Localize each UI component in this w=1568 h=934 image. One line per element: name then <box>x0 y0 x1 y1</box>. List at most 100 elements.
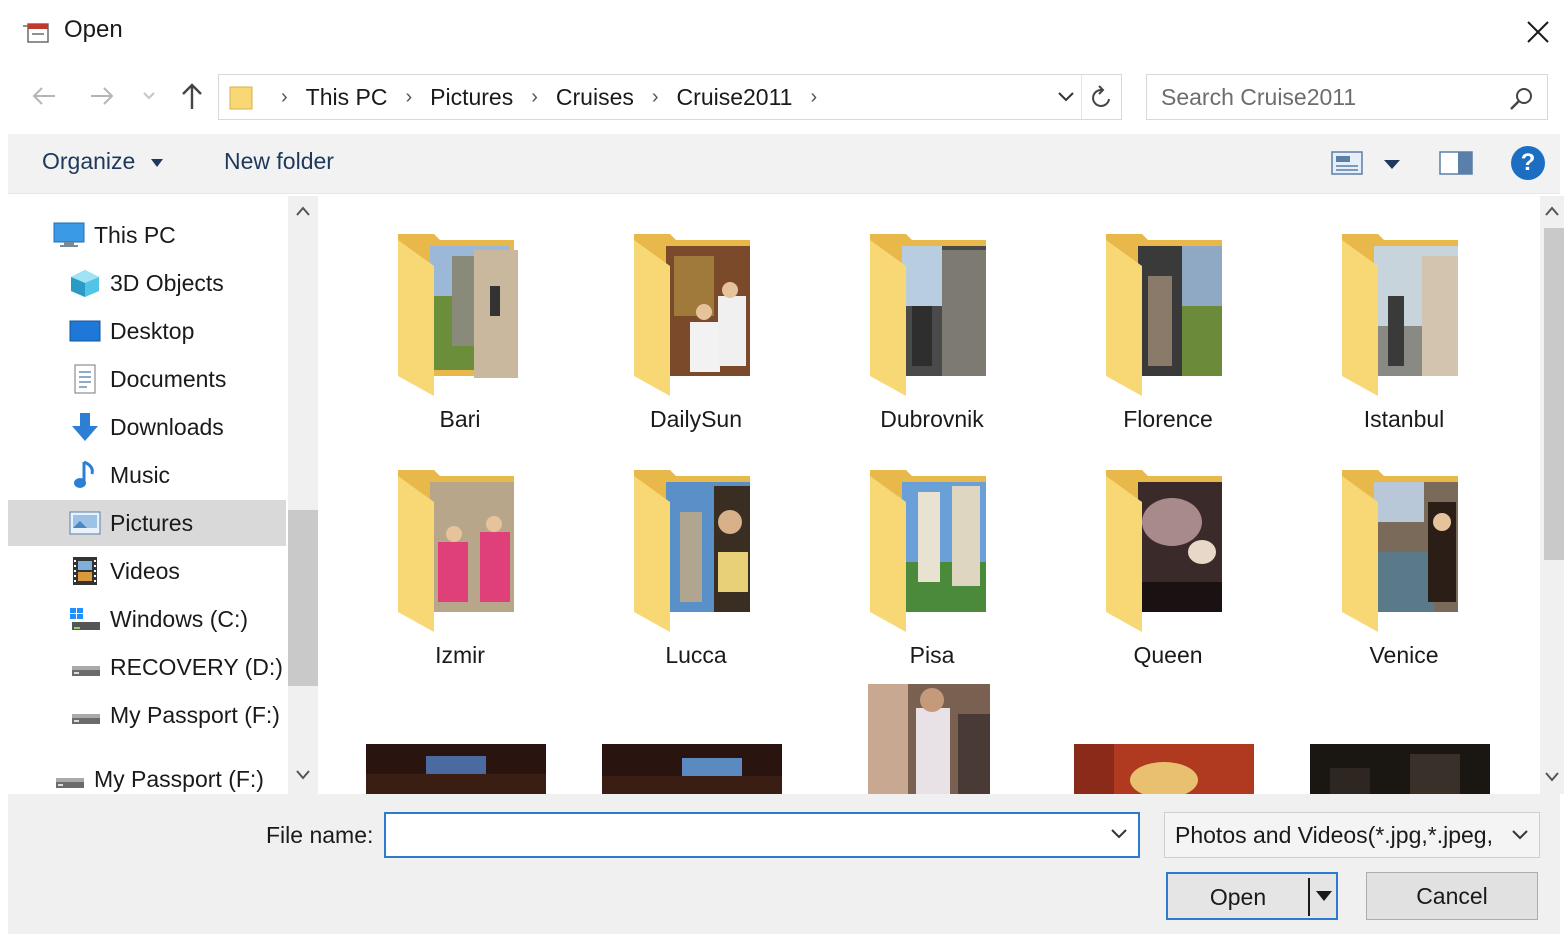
folder-name: Florence <box>1123 406 1213 432</box>
scroll-down-icon[interactable] <box>1544 770 1560 788</box>
search-input[interactable] <box>1161 83 1491 111</box>
help-button[interactable]: ? <box>1511 146 1545 180</box>
open-options-dropdown-icon[interactable] <box>1314 886 1334 906</box>
organize-label: Organize <box>42 148 136 174</box>
crumb-cruises[interactable]: Cruises <box>552 84 638 111</box>
address-bar[interactable]: › This PC › Pictures › Cruises › Cruise2… <box>218 74 1122 120</box>
crumb-cruise2011[interactable]: Cruise2011 <box>673 84 797 111</box>
chevron-right-icon[interactable]: › <box>638 86 673 109</box>
nav-pictures[interactable]: Pictures <box>8 500 286 546</box>
command-bar: Organize New folder ? <box>8 134 1560 194</box>
file-list-scrollbar[interactable] <box>1540 196 1564 794</box>
photo-thumbnail[interactable] <box>868 684 990 794</box>
file-type-select[interactable]: Photos and Videos(*.jpg,*.jpeg, <box>1164 812 1540 858</box>
folder-name: Venice <box>1369 642 1439 668</box>
address-history-dropdown[interactable] <box>1051 75 1081 119</box>
chevron-right-icon[interactable]: › <box>796 86 831 109</box>
folder-item-lucca[interactable]: Lucca <box>562 432 830 668</box>
nav-videos[interactable]: Videos <box>8 548 286 594</box>
new-folder-button[interactable]: New folder <box>224 148 334 175</box>
photo-thumbnail[interactable] <box>1310 744 1490 794</box>
folder-item-dubrovnik[interactable]: Dubrovnik <box>798 196 1066 432</box>
view-options-dropdown-icon[interactable] <box>1380 154 1404 174</box>
search-box[interactable] <box>1146 74 1548 120</box>
folder-name: Lucca <box>665 642 727 668</box>
film-icon <box>73 557 97 585</box>
photo-thumbnail[interactable] <box>602 744 782 794</box>
music-note-icon <box>74 460 94 488</box>
close-button[interactable] <box>1516 10 1560 54</box>
nav-label: Desktop <box>110 317 195 344</box>
folder-item-izmir[interactable]: Izmir <box>326 432 594 668</box>
drive-icon <box>72 714 100 724</box>
nav-desktop[interactable]: Desktop <box>8 308 286 354</box>
nav-this-pc[interactable]: This PC <box>8 212 286 258</box>
photo-folder-icon <box>1342 234 1458 396</box>
file-type-dropdown[interactable] <box>1509 823 1535 849</box>
nav-documents[interactable]: Documents <box>8 356 286 402</box>
folder-item-venice[interactable]: Venice <box>1270 432 1538 668</box>
organize-button[interactable]: Organize <box>42 148 164 175</box>
open-dialog-icon <box>23 23 49 43</box>
cancel-button[interactable]: Cancel <box>1366 872 1538 920</box>
scroll-down-icon[interactable] <box>293 768 313 788</box>
crumb-this-pc[interactable]: This PC <box>302 84 392 111</box>
scroll-up-icon[interactable] <box>293 204 313 224</box>
file-name-dropdown[interactable] <box>1108 822 1134 848</box>
nav-label: Documents <box>110 365 227 392</box>
refresh-icon <box>1091 85 1110 107</box>
photo-folder-icon <box>870 470 986 632</box>
windows-drive-icon <box>70 608 100 630</box>
scroll-thumb[interactable] <box>288 510 318 686</box>
up-button[interactable] <box>174 76 210 116</box>
chevron-right-icon[interactable]: › <box>391 86 426 109</box>
split-divider <box>1308 878 1310 916</box>
preview-pane-icon[interactable] <box>1438 150 1474 176</box>
nav-music[interactable]: Music <box>8 452 286 498</box>
navigation-pane: This PC 3D Objects Desktop Documents Dow… <box>8 196 288 794</box>
file-name-combobox[interactable] <box>384 812 1140 858</box>
change-view-icon[interactable] <box>1328 150 1368 176</box>
folder-item-queen[interactable]: Queen <box>1034 432 1302 668</box>
nav-recovery-d[interactable]: RECOVERY (D:) <box>8 644 286 690</box>
chevron-down-icon <box>1512 830 1528 840</box>
nav-label: Windows (C:) <box>110 605 249 632</box>
nav-3d-objects[interactable]: 3D Objects <box>8 260 286 306</box>
desktop-icon <box>69 320 101 342</box>
folder-name: Bari <box>439 406 481 432</box>
photo-folder-icon <box>1106 470 1222 632</box>
scroll-up-icon[interactable] <box>1544 204 1560 222</box>
photo-thumbnail[interactable] <box>366 744 546 794</box>
refresh-button[interactable] <box>1081 75 1121 119</box>
folder-item-florence[interactable]: Florence <box>1034 196 1302 432</box>
recent-locations-button[interactable] <box>134 76 164 116</box>
scroll-thumb[interactable] <box>1544 228 1564 560</box>
address-row: › This PC › Pictures › Cruises › Cruise2… <box>0 64 1568 130</box>
up-arrow-icon <box>182 83 202 109</box>
nav-my-passport-f-root[interactable]: My Passport (F:) <box>8 756 286 794</box>
dialog-footer: File name: Photos and Videos(*.jpg,*.jpe… <box>8 794 1560 934</box>
photo-thumbnail[interactable] <box>1074 744 1254 794</box>
back-button[interactable] <box>26 76 62 116</box>
chevron-right-icon: › <box>281 85 288 108</box>
folder-item-pisa[interactable]: Pisa <box>798 432 1066 668</box>
forward-button[interactable] <box>84 76 120 116</box>
folder-name: DailySun <box>649 406 743 432</box>
file-name-input[interactable] <box>394 820 1094 850</box>
folder-item-dailysun[interactable]: DailySun <box>562 196 830 432</box>
open-button[interactable]: Open <box>1166 872 1338 920</box>
nav-downloads[interactable]: Downloads <box>8 404 286 450</box>
navigation-scrollbar[interactable] <box>288 196 318 794</box>
folder-name: Queen <box>1133 642 1203 668</box>
cube-icon <box>71 270 99 297</box>
nav-my-passport-f[interactable]: My Passport (F:) <box>8 692 286 738</box>
folder-item-bari[interactable]: Bari <box>326 196 594 432</box>
window-title: Open <box>64 16 123 43</box>
chevron-right-icon[interactable]: › <box>517 86 552 109</box>
folder-item-istanbul[interactable]: Istanbul <box>1270 196 1538 432</box>
crumb-pictures[interactable]: Pictures <box>426 84 517 111</box>
photo-folder-icon <box>634 470 750 632</box>
drive-icon <box>72 666 100 676</box>
search-icon[interactable] <box>1507 85 1535 113</box>
nav-windows-c[interactable]: Windows (C:) <box>8 596 286 642</box>
